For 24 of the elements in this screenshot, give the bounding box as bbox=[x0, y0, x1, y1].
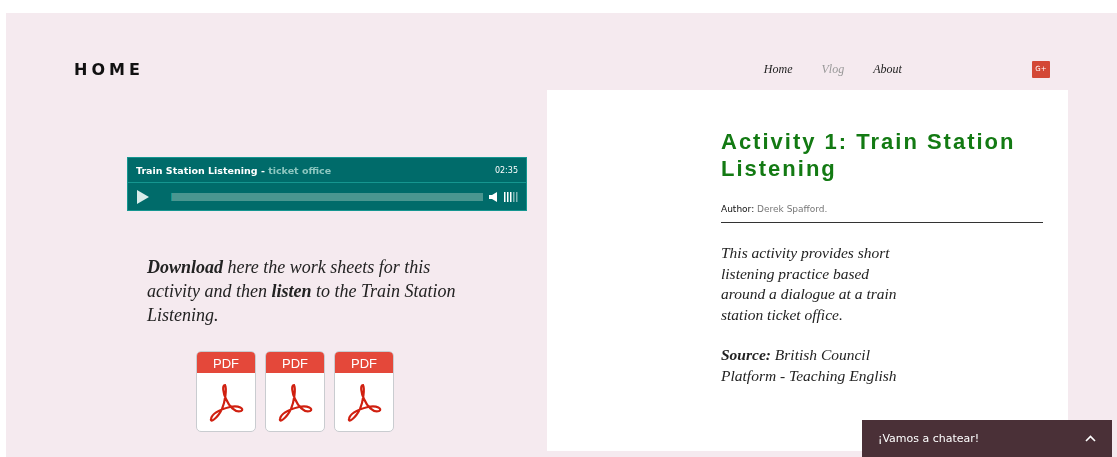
track-title: Train Station Listening - ticket office bbox=[136, 164, 332, 176]
pdf-download[interactable]: PDF bbox=[196, 351, 256, 432]
chat-label: ¡Vamos a chatear! bbox=[878, 432, 980, 445]
acrobat-icon bbox=[208, 383, 244, 423]
pdf-download[interactable]: PDF bbox=[334, 351, 394, 432]
pdf-download[interactable]: PDF bbox=[265, 351, 325, 432]
volume-icon[interactable] bbox=[504, 191, 518, 202]
article-source: Source: British Council Platform - Teaching English bbox=[721, 345, 898, 386]
author-label: Author: bbox=[721, 204, 755, 214]
intro-text: Download here the work sheets for this activity and then listen to the Train Station Listening. bbox=[147, 256, 457, 327]
acrobat-icon bbox=[277, 383, 313, 423]
progress-track[interactable] bbox=[171, 192, 483, 201]
chat-bar[interactable]: ¡Vamos a chatear! bbox=[862, 420, 1112, 457]
site-logo[interactable]: HOME bbox=[74, 59, 144, 79]
track-duration: 02:35 bbox=[494, 165, 518, 175]
play-icon[interactable] bbox=[136, 189, 150, 204]
nav-link[interactable]: Vlog bbox=[821, 61, 845, 77]
speaker-icon[interactable] bbox=[489, 191, 498, 202]
acrobat-icon bbox=[346, 383, 382, 423]
nav-link[interactable]: Home bbox=[763, 61, 793, 77]
article-description: This activity provides short listening practice based around a dialogue at a train station ticket office. bbox=[721, 243, 898, 325]
author-name: Derek Spafford. bbox=[757, 204, 828, 214]
nav-link[interactable]: About bbox=[873, 61, 902, 77]
article-title: Activity 1: Train Station Listening bbox=[721, 128, 1017, 182]
